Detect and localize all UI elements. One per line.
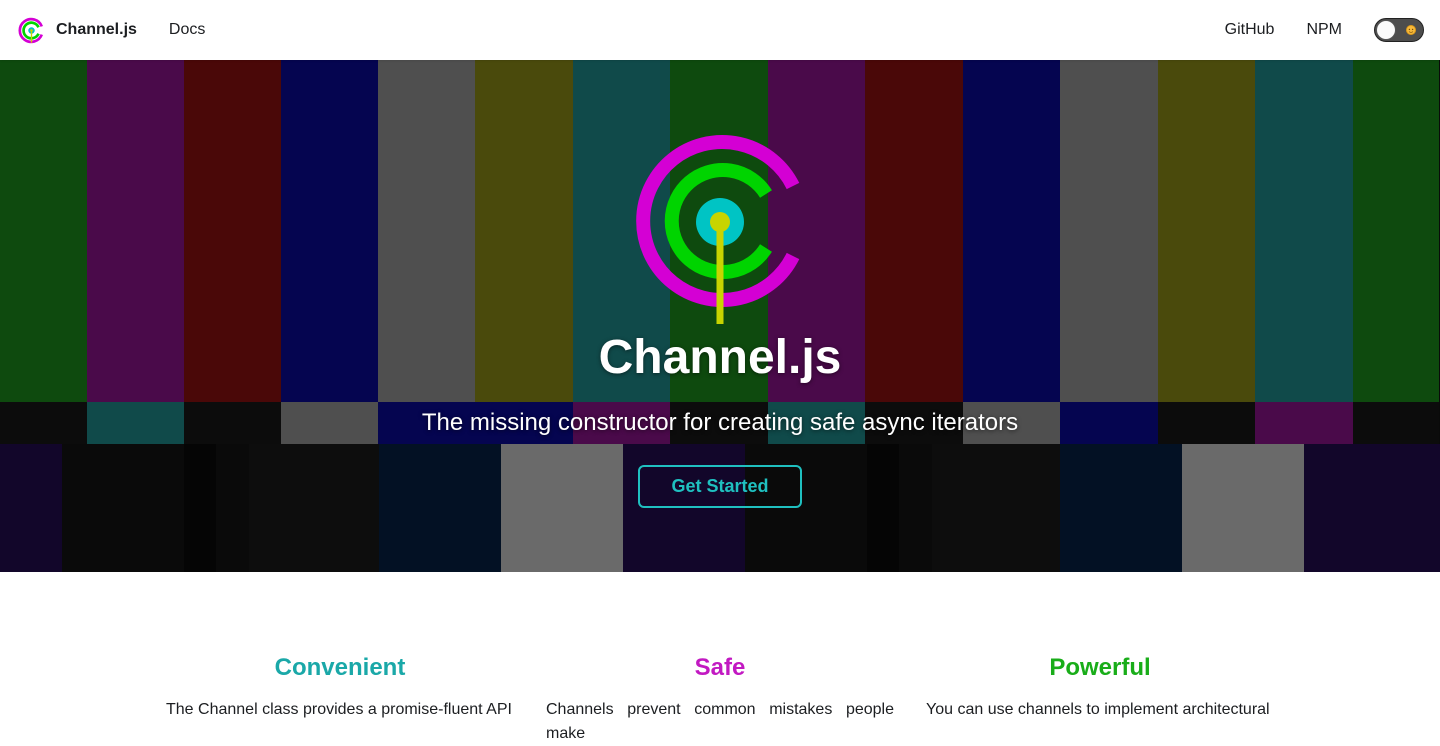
get-started-button[interactable]: Get Started [638,465,802,508]
hero-title: Channel.js [598,331,842,384]
color-bars-bottom [0,444,1440,572]
brand-title: Channel.js [56,21,137,38]
nav-npm-link[interactable]: NPM [1306,21,1342,39]
navbar: Channel.js Docs GitHub NPM [0,0,1440,60]
sun-icon [1406,25,1416,35]
feature-text: Channels prevent common mistakes people … [546,701,894,742]
brand-link[interactable]: Channel.js [18,17,137,44]
feature-text: The Channel class provides a promise-flu… [166,701,512,718]
nav-docs-link[interactable]: Docs [169,21,205,39]
theme-toggle[interactable] [1374,18,1424,42]
feature-title: Safe [694,654,746,681]
nav-github-link[interactable]: GitHub [1225,21,1275,39]
hero-section: Channel.js The missing constructor for c… [0,60,1440,572]
feature-title: Powerful [1049,654,1151,681]
feature-title: Convenient [274,654,406,681]
toggle-thumb [1376,20,1396,40]
feature-convenient: Convenient The Channel class provides a … [150,652,530,746]
feature-powerful: Powerful You can use channels to impleme… [910,652,1290,746]
feature-text: You can use channels to implement archit… [926,701,1270,718]
channel-logo-icon [636,135,800,324]
navbar-right: GitHub NPM [1225,18,1424,42]
features-section: Convenient The Channel class provides a … [150,652,1290,746]
hero-tagline: The missing constructor for creating saf… [421,409,1019,436]
feature-safe: Safe Channels prevent common mistakes pe… [530,652,910,746]
channel-logo-icon [18,17,44,43]
